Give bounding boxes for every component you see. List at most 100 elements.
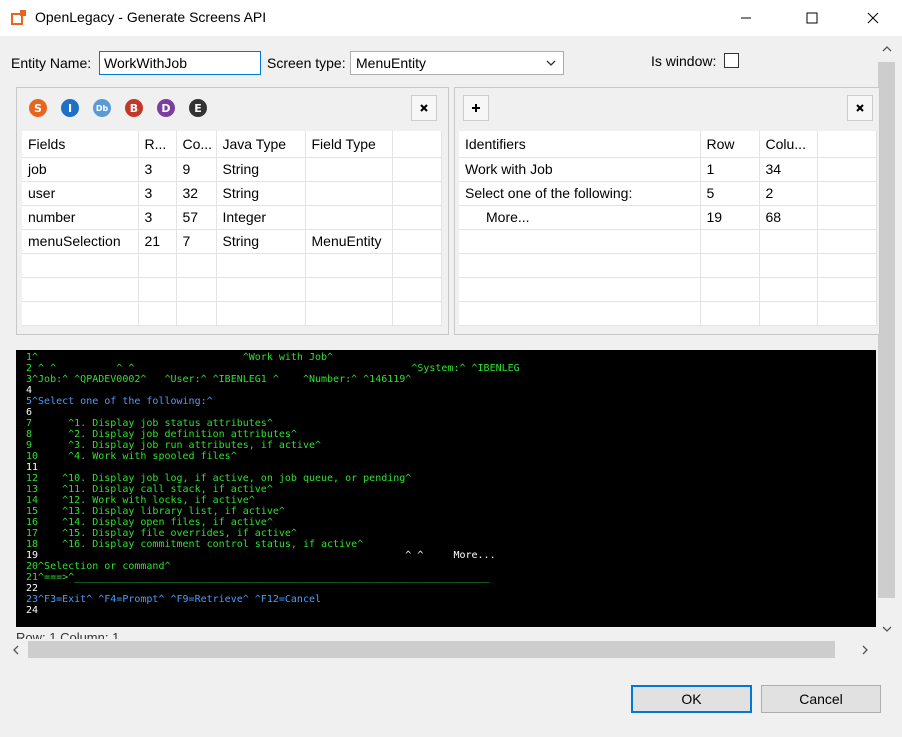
screen-type-select[interactable]: MenuEntity (350, 51, 564, 75)
table-cell (216, 277, 306, 302)
table-cell: 57 (176, 205, 217, 230)
terminal-line: 2 ^ ^ ^ ^ ^System:^ ^IBENLEG (26, 363, 520, 374)
table-cell (216, 301, 306, 326)
table-row[interactable] (22, 277, 442, 302)
scroll-up-icon[interactable] (882, 44, 892, 54)
window-title: OpenLegacy - Generate Screens API (35, 9, 267, 25)
table-cell (392, 181, 442, 206)
identifiers-table: Identifiers Row Colu... Work with Job 1 34 Sel… (459, 131, 877, 326)
date-field-button[interactable]: D (154, 96, 178, 120)
table-cell (176, 301, 217, 326)
db-field-button[interactable]: Db (90, 96, 114, 120)
table-cell: MenuEntity (305, 229, 393, 254)
table-cell (759, 277, 818, 302)
terminal-line: 23^F3=Exit^ ^F4=Prompt^ ^F9=Retrieve^ ^F… (26, 594, 322, 605)
cancel-button[interactable]: Cancel (761, 685, 881, 713)
terminal-line: 20^Selection or command^ (26, 561, 171, 572)
scroll-down-icon[interactable] (882, 624, 892, 634)
integer-field-icon: I (61, 99, 79, 117)
terminal-line: 10 ^4. Work with spooled files^ (26, 451, 237, 462)
boolean-field-button[interactable]: B (122, 96, 146, 120)
terminal-screen[interactable]: 1^ ^Work with Job^ 2 ^ ^ ^ ^ ^System:^ ^I… (16, 350, 876, 627)
table-row[interactable] (22, 301, 442, 326)
table-row[interactable]: menuSelection 21 7 String MenuEntity (22, 229, 442, 254)
table-cell (700, 253, 760, 278)
enum-field-button[interactable]: E (186, 96, 210, 120)
table-cell (138, 253, 177, 278)
add-identifier-button[interactable] (463, 95, 489, 121)
string-field-button[interactable]: S (26, 96, 50, 120)
terminal-line: 12 ^10. Display job log, if active, on j… (26, 473, 412, 484)
close-button[interactable] (850, 0, 896, 36)
table-cell (700, 277, 760, 302)
terminal-line: 19 ^ ^ More... (26, 550, 496, 561)
chevron-down-icon (546, 60, 556, 66)
table-row[interactable] (459, 277, 877, 302)
table-row[interactable]: More... 19 68 (459, 205, 877, 230)
close-icon (856, 104, 864, 112)
table-cell: 2 (759, 181, 818, 206)
table-header-row: Identifiers Row Colu... (459, 131, 877, 158)
table-cell: 3 (138, 181, 177, 206)
column-header[interactable]: R... (138, 131, 177, 158)
table-cell: Integer (216, 205, 306, 230)
column-header[interactable]: Field Type (305, 131, 393, 158)
table-cell (459, 253, 701, 278)
table-cell: String (216, 181, 306, 206)
terminal-line: 7 ^1. Display job status attributes^ (26, 418, 273, 429)
table-cell (459, 229, 701, 254)
horizontal-scroll-thumb[interactable] (28, 641, 835, 658)
column-header[interactable]: Row (700, 131, 760, 158)
column-header[interactable] (817, 131, 877, 158)
terminal-line: 14 ^12. Work with locks, if active^ (26, 495, 255, 506)
vertical-scroll-thumb[interactable] (878, 62, 895, 598)
scroll-right-icon[interactable] (860, 645, 870, 655)
table-row[interactable]: user 3 32 String (22, 181, 442, 206)
table-cell (759, 229, 818, 254)
column-header[interactable]: Colu... (759, 131, 818, 158)
terminal-line: 4 (26, 385, 33, 396)
close-icon (867, 12, 879, 24)
integer-field-button[interactable]: I (58, 96, 82, 120)
table-cell: String (216, 229, 306, 254)
remove-field-button[interactable] (411, 95, 437, 121)
column-header[interactable]: Fields (22, 131, 139, 158)
terminal-line: 16 ^14. Display open files, if active^ (26, 517, 273, 528)
table-cell (138, 301, 177, 326)
minimize-button[interactable] (723, 0, 769, 36)
table-cell (305, 157, 393, 182)
terminal-line: 15 ^13. Display library list, if active^ (26, 506, 285, 517)
column-header[interactable] (392, 131, 442, 158)
table-cell (305, 205, 393, 230)
terminal-line: 6 (26, 407, 33, 418)
table-row[interactable]: Select one of the following: 5 2 (459, 181, 877, 206)
table-row[interactable]: number 3 57 Integer (22, 205, 442, 230)
table-cell: 32 (176, 181, 217, 206)
ok-button[interactable]: OK (631, 685, 752, 713)
terminal-line: 22 (26, 583, 39, 594)
table-cell (700, 229, 760, 254)
is-window-checkbox[interactable] (724, 53, 739, 68)
table-row[interactable]: job 3 9 String (22, 157, 442, 182)
column-header[interactable]: Java Type (216, 131, 306, 158)
scroll-left-icon[interactable] (11, 645, 21, 655)
entity-name-input[interactable] (99, 51, 261, 75)
table-cell (817, 181, 877, 206)
openlegacy-icon (11, 10, 26, 25)
table-cell: 9 (176, 157, 217, 182)
column-header[interactable]: Co... (176, 131, 217, 158)
table-row[interactable] (22, 253, 442, 278)
table-cell (759, 253, 818, 278)
maximize-button[interactable] (789, 0, 835, 36)
table-row[interactable] (459, 253, 877, 278)
table-cell (392, 277, 442, 302)
table-cell: 19 (700, 205, 760, 230)
table-cell: user (22, 181, 139, 206)
table-cell: String (216, 157, 306, 182)
remove-identifier-button[interactable] (847, 95, 873, 121)
table-row[interactable] (459, 229, 877, 254)
table-row[interactable]: Work with Job 1 34 (459, 157, 877, 182)
table-cell: 5 (700, 181, 760, 206)
column-header[interactable]: Identifiers (459, 131, 701, 158)
table-row[interactable] (459, 301, 877, 326)
